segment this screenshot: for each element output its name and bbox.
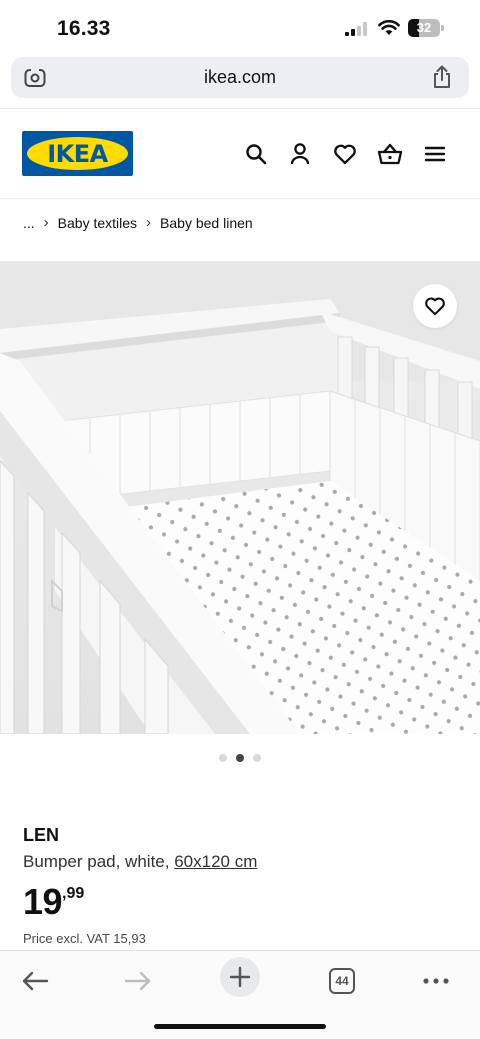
arrow-left-icon: [22, 971, 49, 991]
address-bar[interactable]: ikea.com: [11, 57, 469, 98]
battery-level: 32: [416, 20, 432, 35]
tabs-count: 44: [329, 968, 355, 994]
share-icon[interactable]: [431, 65, 453, 89]
breadcrumb-item-baby-textiles[interactable]: Baby textiles: [58, 215, 137, 231]
arrow-right-icon: [124, 971, 151, 991]
status-time: 16.33: [57, 17, 111, 40]
home-indicator: [154, 1024, 326, 1029]
menu-icon[interactable]: [422, 140, 448, 168]
divider: [0, 108, 480, 109]
gallery-pagination: [0, 754, 480, 762]
product-image[interactable]: [0, 261, 480, 734]
logo-text: IKEA: [47, 140, 108, 168]
breadcrumb-ellipsis[interactable]: ...: [23, 215, 35, 231]
heart-icon: [425, 297, 445, 316]
cellular-signal-icon: [345, 22, 367, 36]
ikea-logo[interactable]: IKEA: [22, 131, 133, 176]
battery-icon: 32: [408, 19, 444, 37]
tabs-button[interactable]: 44: [322, 961, 362, 1001]
breadcrumb-item-baby-bed-linen[interactable]: Baby bed linen: [160, 215, 253, 231]
price-excl-vat: Price excl. VAT 15,93: [23, 931, 146, 946]
more-options-button[interactable]: [416, 961, 456, 1001]
product-name: LEN: [23, 825, 59, 845]
gallery-dot-active[interactable]: [236, 754, 244, 762]
chevron-right-icon: ›: [43, 214, 49, 231]
gallery-dot[interactable]: [253, 754, 261, 762]
breadcrumb: ... › Baby textiles › Baby bed linen: [23, 214, 253, 231]
price-decimal: ,99: [62, 885, 85, 902]
status-bar: 16.33 32: [0, 0, 480, 56]
more-dots-icon: [423, 978, 449, 984]
product-type: Bumper pad, white,: [23, 852, 170, 871]
gallery-dot[interactable]: [219, 754, 227, 762]
new-tab-button[interactable]: [220, 957, 260, 997]
forward-button[interactable]: [118, 961, 158, 1001]
add-to-favorites-button[interactable]: [413, 284, 457, 328]
product-size-link[interactable]: 60x120 cm: [174, 852, 257, 871]
favorites-heart-icon[interactable]: [332, 140, 358, 168]
price-integer: 19: [23, 881, 63, 922]
product-price: 19,99: [23, 881, 84, 923]
crib-illustration: [0, 261, 480, 734]
basket-icon[interactable]: [377, 140, 403, 168]
divider: [0, 198, 480, 199]
chevron-right-icon: ›: [146, 214, 152, 231]
url-text[interactable]: ikea.com: [11, 67, 469, 88]
user-icon[interactable]: [287, 140, 313, 168]
wifi-icon: [378, 20, 400, 35]
search-icon[interactable]: [243, 140, 269, 168]
plus-icon: [229, 966, 251, 988]
back-button[interactable]: [15, 961, 55, 1001]
product-description: Bumper pad, white, 60x120 cm: [23, 852, 257, 872]
